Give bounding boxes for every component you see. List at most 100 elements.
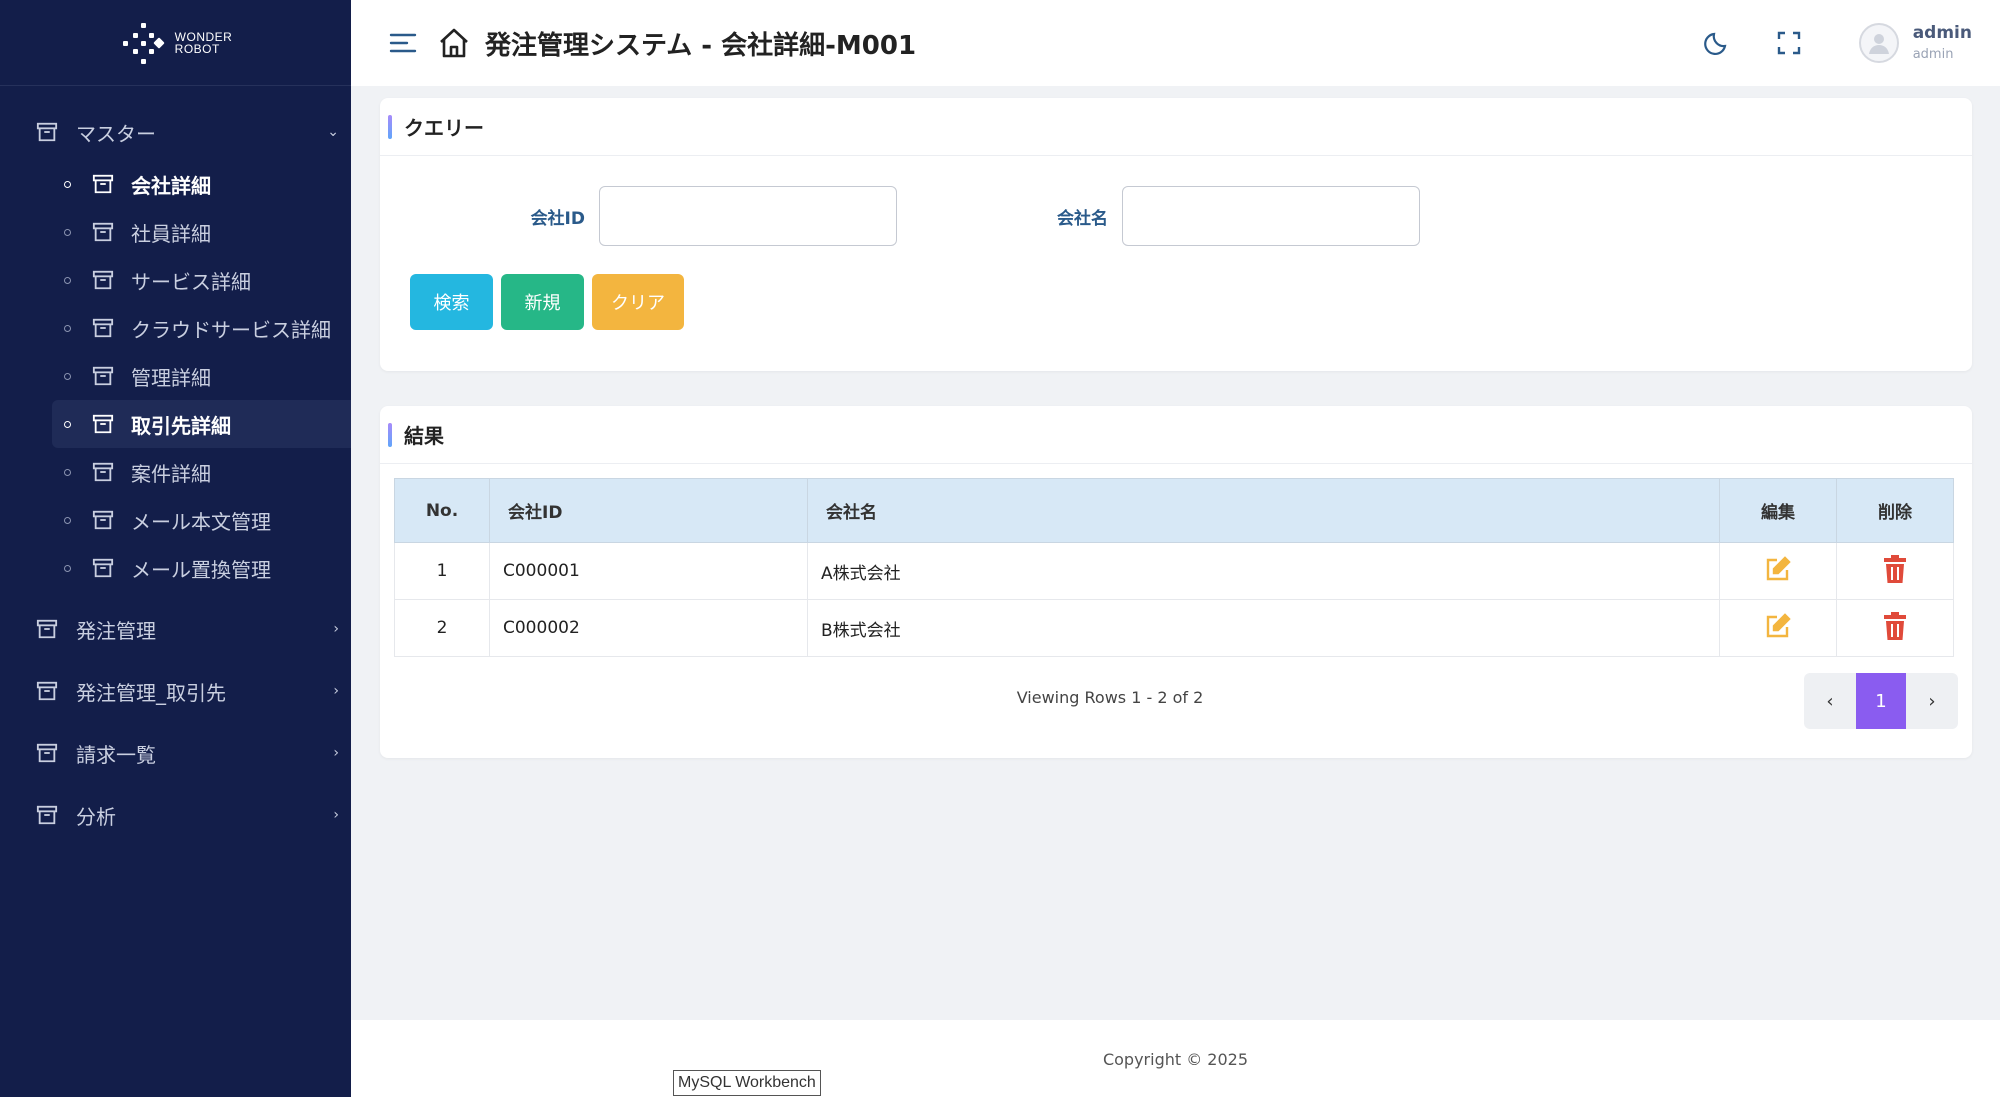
column-header-no: No. [394,478,490,543]
archive-icon [36,681,58,701]
menu-group-label: 請求一覧 [76,742,156,767]
next-page-button[interactable]: › [1906,673,1958,729]
results-title: 結果 [404,424,444,448]
sidebar: WONDER ROBOT マスター ⌄ 会社詳細 社員詳細 サービス詳細 クラウ… [0,0,351,1097]
menu-group-label: 発注管理 [76,618,156,643]
sidebar-menu: マスター ⌄ 会社詳細 社員詳細 サービス詳細 クラウドサービス詳細 管理詳細 … [0,86,351,846]
edit-cell [1719,599,1837,657]
menu-group-label: マスター [76,121,156,146]
menu-group-label: 発注管理_取引先 [76,680,226,705]
archive-icon [92,174,114,194]
cell-company-id: C000001 [489,542,808,600]
company-id-label: 会社ID [530,208,585,229]
company-name-input[interactable] [1122,186,1420,246]
archive-icon [92,222,114,242]
cell-company-name: A株式会社 [807,542,1720,600]
archive-icon [36,619,58,639]
query-title: クエリー [404,116,484,140]
moon-icon[interactable] [1703,29,1731,57]
menu-group-invoice-list[interactable]: 請求一覧 › [0,722,351,784]
logo-text: WONDER ROBOT [174,29,233,56]
cell-no: 1 [394,542,490,600]
column-header-edit: 編集 [1719,478,1837,543]
chevron-right-icon: › [333,807,339,823]
sidebar-item-management-detail[interactable]: 管理詳細 [0,352,351,400]
bullet-icon [64,420,71,428]
header-right: admin admin [1703,0,1972,86]
menu-group-label: 分析 [76,804,116,829]
delete-cell [1836,542,1954,600]
results-table: No. 会社ID 会社名 編集 削除 1 C000001 A株式会社 2 C00… [394,478,1954,657]
pagination: ‹ 1 › [1804,673,1958,729]
column-header-company-name: 会社名 [807,478,1720,543]
user-block[interactable]: admin admin [1912,25,1972,62]
menu-group-order-management[interactable]: 発注管理 › [0,598,351,660]
archive-icon [36,122,58,142]
sidebar-item-company-detail[interactable]: 会社詳細 [0,160,351,208]
archive-icon [92,414,114,434]
sidebar-item-cloud-service-detail[interactable]: クラウドサービス詳細 [0,304,351,352]
sidebar-item-label: メール置換管理 [131,557,271,582]
top-header: 発注管理システム - 会社詳細-M001 admin admin [351,0,2000,86]
archive-icon [36,743,58,763]
hamburger-menu-icon[interactable] [389,32,417,54]
trash-icon[interactable] [1883,554,1907,583]
submenu-master: 会社詳細 社員詳細 サービス詳細 クラウドサービス詳細 管理詳細 取引先詳細 案… [0,160,351,592]
cell-company-id: C000002 [489,599,808,657]
home-icon[interactable] [437,26,471,60]
sidebar-item-mail-replace-management[interactable]: メール置換管理 [0,544,351,592]
menu-group-master[interactable]: マスター ⌄ [0,104,351,160]
edit-cell [1719,542,1837,600]
new-button[interactable]: 新規 [501,274,584,330]
page-title: 発注管理システム - 会社詳細-M001 [485,30,917,61]
fullscreen-icon[interactable] [1775,29,1803,57]
edit-icon[interactable] [1764,612,1792,640]
chevron-right-icon: › [333,683,339,699]
logo: WONDER ROBOT [0,0,351,86]
chevron-right-icon: › [333,745,339,761]
sidebar-item-label: メール本文管理 [131,509,271,534]
sidebar-item-label: 社員詳細 [131,221,211,246]
table-row: 1 C000001 A株式会社 [394,542,1954,600]
sidebar-item-label: 取引先詳細 [131,413,231,438]
chevron-down-icon: ⌄ [327,124,339,140]
sidebar-item-service-detail[interactable]: サービス詳細 [0,256,351,304]
user-icon [1868,34,1889,54]
menu-group-order-client[interactable]: 発注管理_取引先 › [0,660,351,722]
pagination-info: Viewing Rows 1 - 2 of 2 [1016,688,1204,707]
menu-group-analysis[interactable]: 分析 › [0,784,351,846]
bullet-icon [64,180,71,188]
trash-icon[interactable] [1883,611,1907,640]
company-id-input[interactable] [599,186,897,246]
results-card: 結果 No. 会社ID 会社名 編集 削除 1 C000001 A株式会社 2 … [380,406,1972,758]
sidebar-item-client-detail[interactable]: 取引先詳細 [52,400,351,448]
chevron-left-icon: ‹ [1826,690,1834,712]
chevron-right-icon: › [1928,690,1936,712]
company-id-row: 会社ID [380,186,897,246]
table-header-row: No. 会社ID 会社名 編集 削除 [394,478,1954,543]
sidebar-item-label: 会社詳細 [131,173,211,198]
archive-icon [92,270,114,290]
clear-button[interactable]: クリア [592,274,684,330]
edit-icon[interactable] [1764,555,1792,583]
page-button-current[interactable]: 1 [1856,673,1906,729]
search-button[interactable]: 検索 [410,274,493,330]
delete-cell [1836,599,1954,657]
query-card: クエリー 会社ID 会社名 検索 新規 クリア [380,98,1972,371]
sidebar-item-mail-body-management[interactable]: メール本文管理 [0,496,351,544]
user-role: admin [1912,47,1954,62]
archive-icon [92,510,114,530]
accent-bar [388,114,392,139]
logo-mark-icon [119,19,167,67]
cell-no: 2 [394,599,490,657]
chevron-right-icon: › [333,621,339,637]
prev-page-button[interactable]: ‹ [1804,673,1856,729]
sidebar-item-employee-detail[interactable]: 社員詳細 [0,208,351,256]
archive-icon [92,558,114,578]
avatar[interactable] [1858,23,1899,63]
sidebar-item-project-detail[interactable]: 案件詳細 [0,448,351,496]
archive-icon [92,318,114,338]
taskbar-tooltip: MySQL Workbench [673,1070,821,1096]
bullet-icon [64,516,71,524]
sidebar-item-label: 管理詳細 [131,365,211,390]
